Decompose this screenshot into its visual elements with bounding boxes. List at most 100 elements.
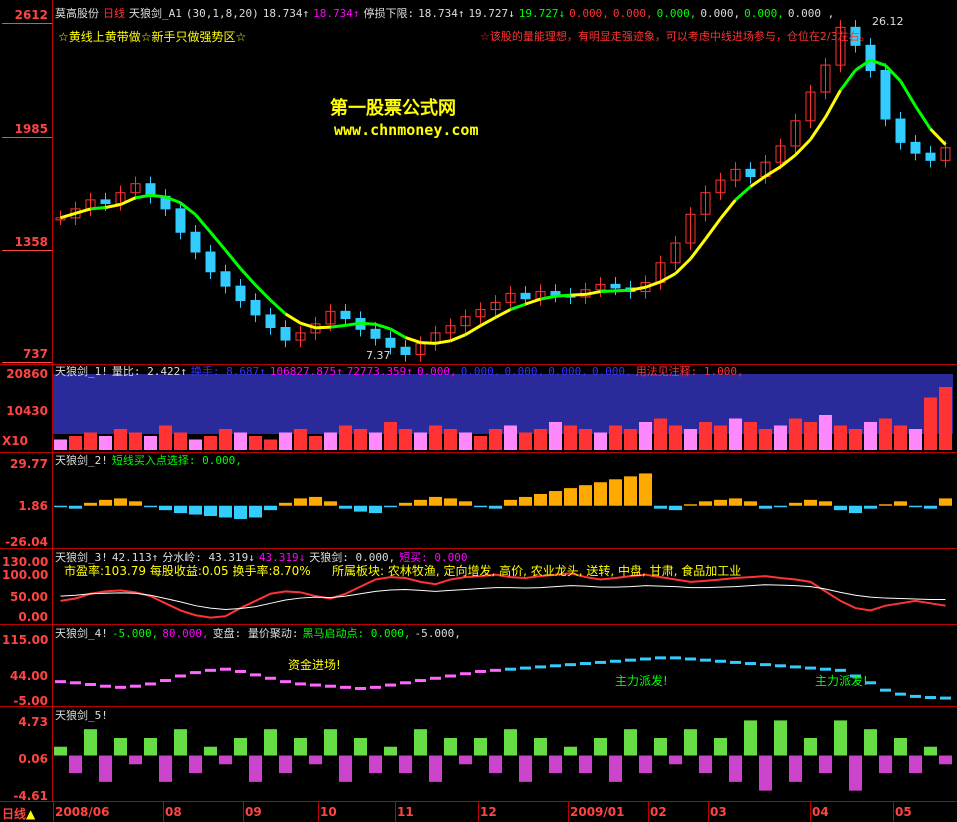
indicator-2-bar <box>189 505 202 515</box>
moving-average-segment <box>570 292 586 297</box>
indicator-5-panel[interactable]: 4.73 0.06 -4.61 天狼剑_5! <box>0 706 957 803</box>
indicator-4-point <box>445 674 456 678</box>
indicator-title[interactable]: 天狼剑_4! <box>55 627 108 640</box>
indicator-title[interactable]: 天狼剑_2! <box>55 454 108 467</box>
indicator-4-point <box>415 679 426 683</box>
indicator-value: 换手: 8.687↑ <box>190 365 266 378</box>
indicator-2-bar <box>144 505 157 508</box>
moving-average-segment <box>224 249 242 270</box>
volume-bar <box>759 429 772 450</box>
indicator-5-bar <box>729 755 742 782</box>
volume-bar <box>354 429 367 450</box>
indicator-5-bar <box>549 755 562 774</box>
moving-average-segment <box>389 327 407 339</box>
indicator-5-bar <box>264 729 277 756</box>
candle-body <box>745 168 756 178</box>
indicator-4-point <box>535 665 546 669</box>
indicator-5-bar <box>714 737 727 756</box>
indicator-2-bar <box>174 505 187 514</box>
time-axis: 日线▲ 2008/06 08 09 10 11 12 2009/01 02 03 04 05 <box>0 801 957 822</box>
indicator-5-bar <box>564 746 577 756</box>
indicator-2-bar <box>459 501 472 506</box>
indicator-2-bar <box>564 488 577 506</box>
indicator-5-bar <box>54 746 67 756</box>
moving-average-segment <box>119 196 137 206</box>
moving-average-segment <box>494 308 512 319</box>
volume-bar <box>729 418 742 450</box>
volume-bar <box>159 425 172 450</box>
indicator-4-point <box>910 694 921 698</box>
month-separator <box>53 802 54 822</box>
indicator-5-bars[interactable] <box>53 706 957 801</box>
indicator-2-bar <box>369 505 382 514</box>
volume-bar <box>504 425 517 450</box>
indicator-value: 80.000, <box>162 627 209 640</box>
volume-bar <box>834 425 847 450</box>
period-toggle[interactable]: 日线▲ <box>2 805 35 822</box>
formula-name: 天狼剑_A1 <box>129 7 182 20</box>
indicator-5-bar <box>894 737 907 756</box>
volume-bar <box>264 439 277 450</box>
candle-body <box>175 208 186 233</box>
indicator-5-axis: 4.73 0.06 -4.61 <box>0 706 53 803</box>
candle-body <box>265 314 276 329</box>
pe-ratio: 市盈率:103.79 <box>64 564 147 578</box>
indicator-5-bar <box>429 755 442 782</box>
volume-bar <box>489 429 502 450</box>
candle-body <box>910 141 921 154</box>
volume-bar <box>69 436 82 450</box>
indicator-tick: 4.73 <box>18 715 48 729</box>
indicator-tick: -26.04 <box>5 535 48 549</box>
volume-bar <box>549 422 562 450</box>
indicator-2-bar <box>924 505 937 509</box>
indicator-2-panel[interactable]: 29.77 1.86 -26.04 天狼剑_2! 短线买入点选择: 0.000, <box>0 452 957 549</box>
candlestick-chart[interactable] <box>53 0 957 364</box>
volume-bar <box>819 415 832 450</box>
indicator-4-point <box>625 658 636 662</box>
indicator-5-bar <box>939 755 952 765</box>
indicator-4-point <box>475 669 486 673</box>
moving-average-segment <box>719 198 737 220</box>
moving-average-segment <box>254 284 272 302</box>
moving-average-segment <box>360 321 376 326</box>
moving-average-segment <box>509 302 527 311</box>
indicator-2-bar <box>279 502 292 506</box>
indicator-5-bar <box>819 755 832 774</box>
volume-bar <box>699 422 712 450</box>
indicator-2-bar <box>354 505 367 512</box>
period-label[interactable]: 日线 <box>103 7 125 20</box>
stop-value: 0.000, <box>700 7 741 20</box>
period-toggle-label: 日线 <box>2 807 27 821</box>
moving-average-segment <box>555 293 571 298</box>
indicator-3-panel[interactable]: 130.00 100.00 50.00 0.00 天狼剑_3! 42.113↑ 分水… <box>0 548 957 625</box>
stock-name[interactable]: 莫高股份 <box>55 7 99 20</box>
month-label: 2009/01 <box>570 805 625 819</box>
candle-body <box>865 44 876 71</box>
month-separator <box>243 802 244 822</box>
indicator-4-panel[interactable]: 115.00 44.00 -5.00 天狼剑_4! -5.000, 80.000, 变… <box>0 624 957 708</box>
moving-average-segment <box>75 207 91 215</box>
volume-bar <box>909 429 922 450</box>
moving-average-segment <box>449 333 467 343</box>
indicator-2-bar <box>789 502 802 506</box>
indicator-2-bar <box>264 505 277 511</box>
indicator-2-bar <box>879 504 892 506</box>
volume-bar <box>564 425 577 450</box>
month-label: 05 <box>895 805 912 819</box>
indicator-title[interactable]: 天狼剑_5! <box>55 709 108 722</box>
moving-average-segment <box>135 193 151 200</box>
volume-bar <box>534 429 547 450</box>
formula-params: (30,1,8,20) <box>185 7 259 20</box>
month-label: 03 <box>710 805 727 819</box>
indicator-5-bar <box>879 755 892 774</box>
indicator-title[interactable]: 天狼剑_1! <box>55 365 108 378</box>
indicator-2-bar <box>99 499 112 506</box>
volume-axis: 20860 10430 X10 <box>0 364 53 452</box>
main-chart-panel[interactable]: 2612 1985 1358 737 莫高股份 日线 天狼剑_A1 (30,1,8,2… <box>0 0 957 365</box>
indicator-5-bar <box>189 755 202 774</box>
indicator-5-bar <box>834 720 847 756</box>
stop-label: 停损下限: <box>363 7 415 20</box>
volume-panel[interactable]: 20860 10430 X10 天狼剑_1! 量比: 2.422↑ 换手: 8.68… <box>0 364 957 453</box>
month-separator <box>395 802 396 822</box>
month-label: 04 <box>812 805 829 819</box>
